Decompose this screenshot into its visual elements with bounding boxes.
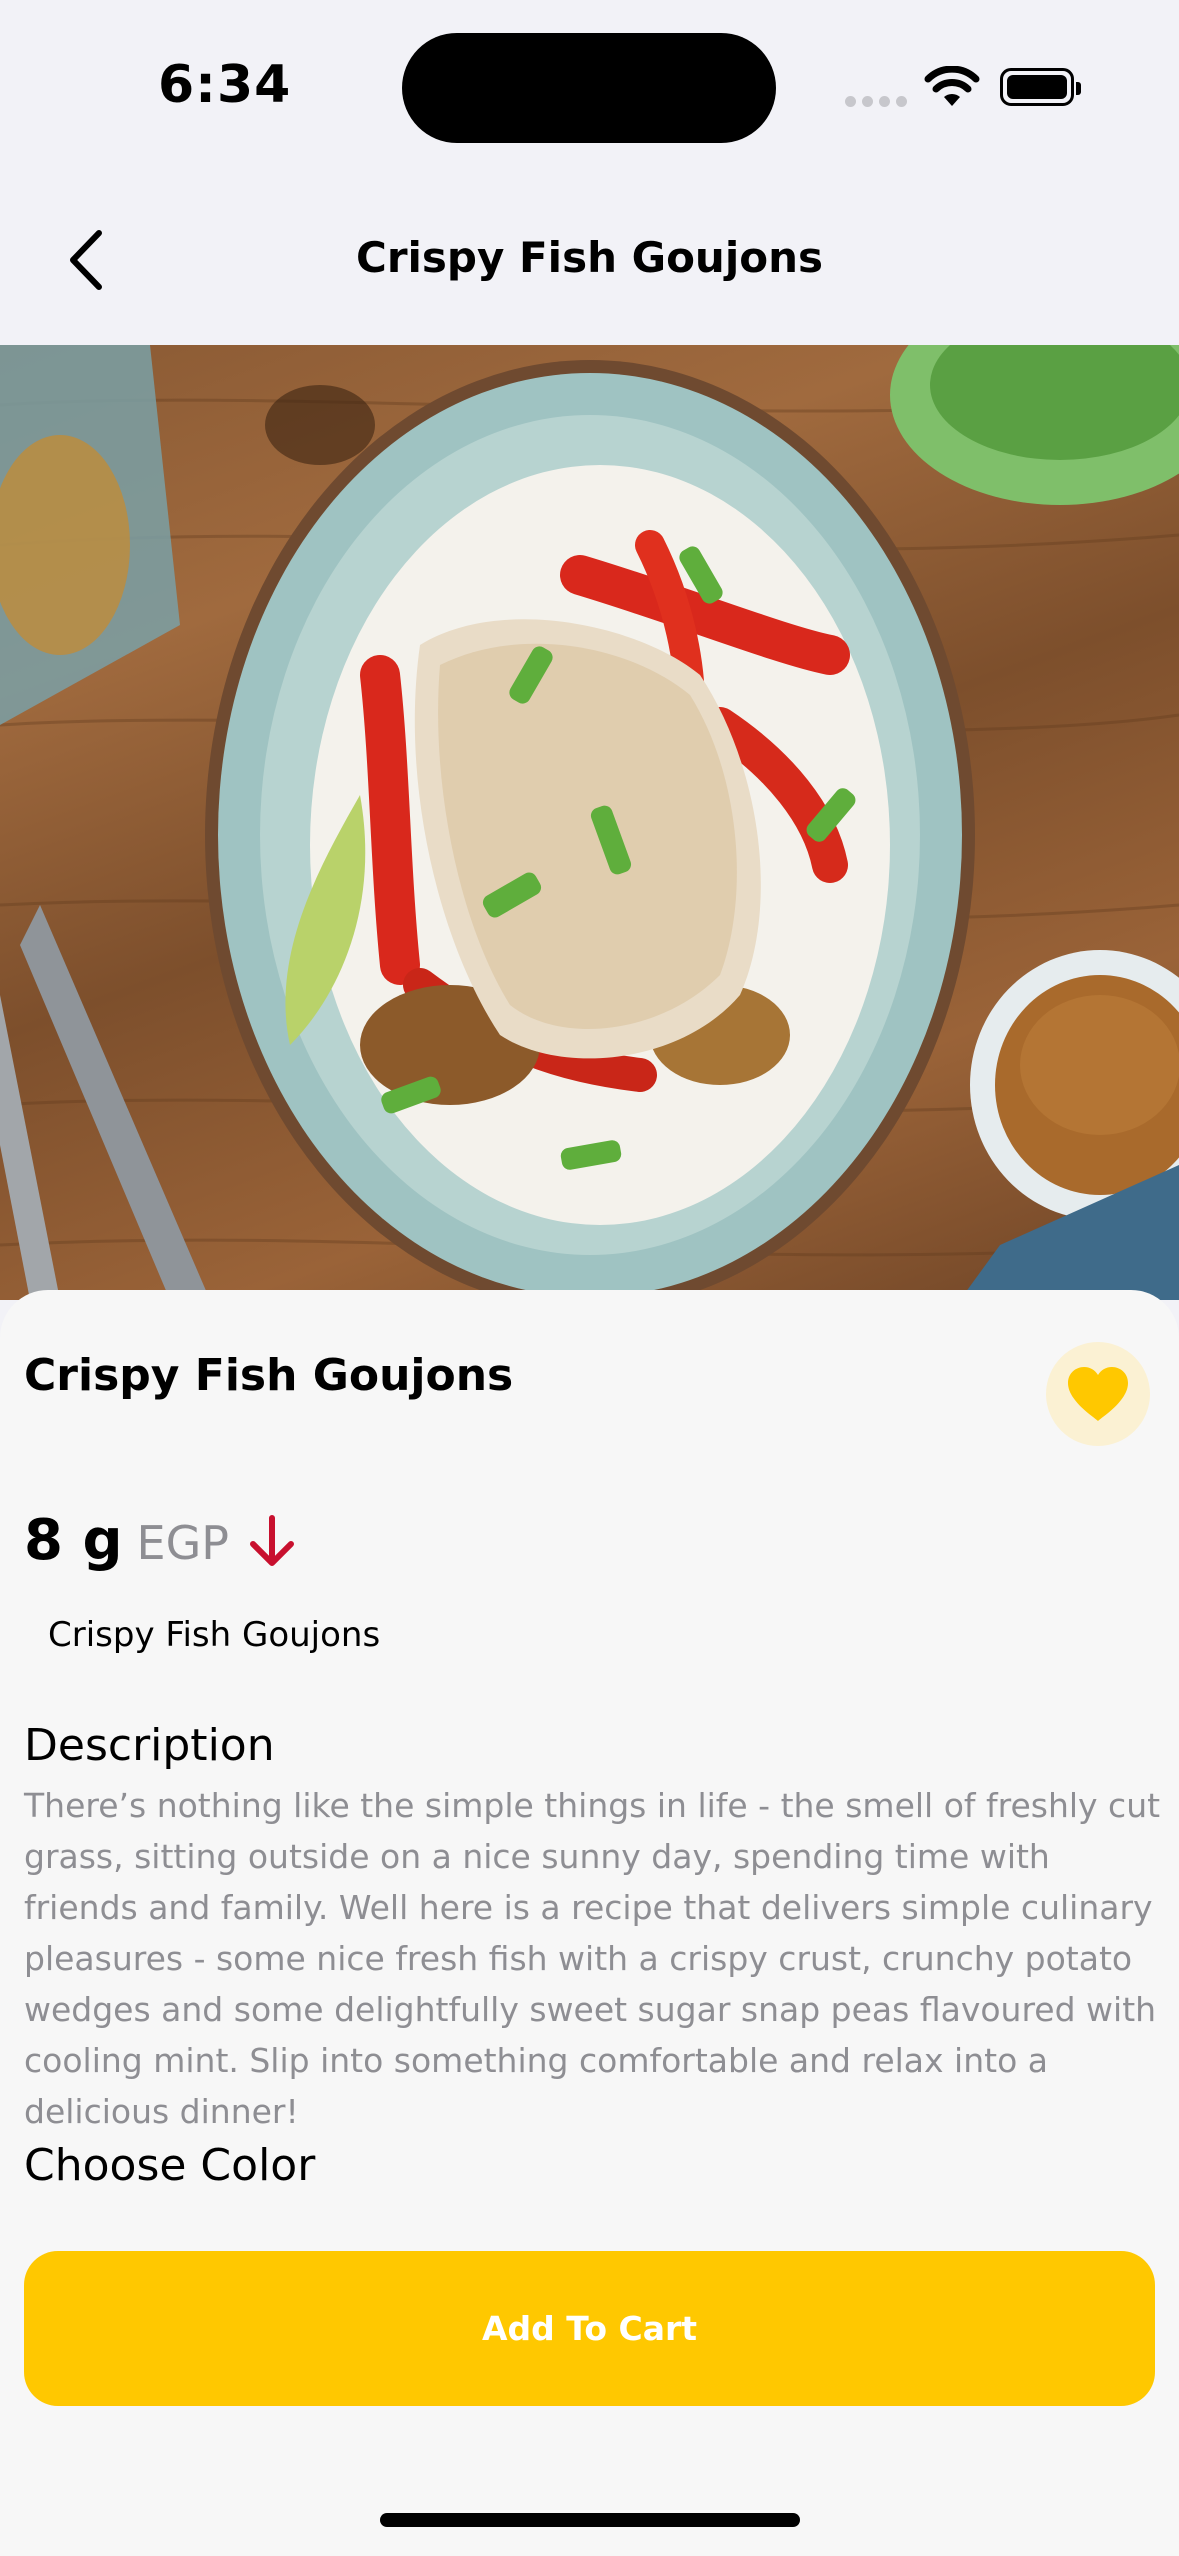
price-row: 8 g EGP bbox=[24, 1508, 297, 1573]
choose-color-heading: Choose Color bbox=[24, 2140, 316, 2191]
add-to-cart-button[interactable]: Add To Cart bbox=[24, 2251, 1155, 2406]
description-heading: Description bbox=[24, 1720, 275, 1771]
product-image bbox=[0, 345, 1179, 1300]
favorite-button[interactable] bbox=[1046, 1342, 1150, 1446]
description-text: There’s nothing like the simple things i… bbox=[24, 1786, 1161, 2131]
navigation-bar: Crispy Fish Goujons bbox=[0, 175, 1179, 345]
product-detail-screen: 6:34 Crispy Fish Goujons Crispy Fish Gou… bbox=[0, 0, 1179, 2556]
dynamic-island bbox=[402, 33, 776, 143]
price-currency: EGP bbox=[136, 1516, 229, 1570]
price-value: 8 g bbox=[24, 1508, 123, 1573]
battery-icon bbox=[1000, 68, 1081, 106]
product-title: Crispy Fish Goujons bbox=[24, 1350, 514, 1401]
heart-icon bbox=[1068, 1367, 1128, 1421]
status-bar: 6:34 bbox=[0, 0, 1179, 175]
status-time: 6:34 bbox=[158, 55, 292, 115]
page-title: Crispy Fish Goujons bbox=[356, 233, 823, 282]
product-subtitle: Crispy Fish Goujons bbox=[48, 1615, 381, 1655]
arrow-down-icon bbox=[247, 1514, 297, 1568]
product-details-sheet: Crispy Fish Goujons 8 g EGP Crispy Fish … bbox=[0, 1290, 1179, 2556]
wifi-icon bbox=[924, 65, 980, 110]
cellular-signal-icon bbox=[845, 96, 907, 108]
home-indicator bbox=[380, 2513, 800, 2527]
food-illustration bbox=[0, 345, 1179, 1300]
